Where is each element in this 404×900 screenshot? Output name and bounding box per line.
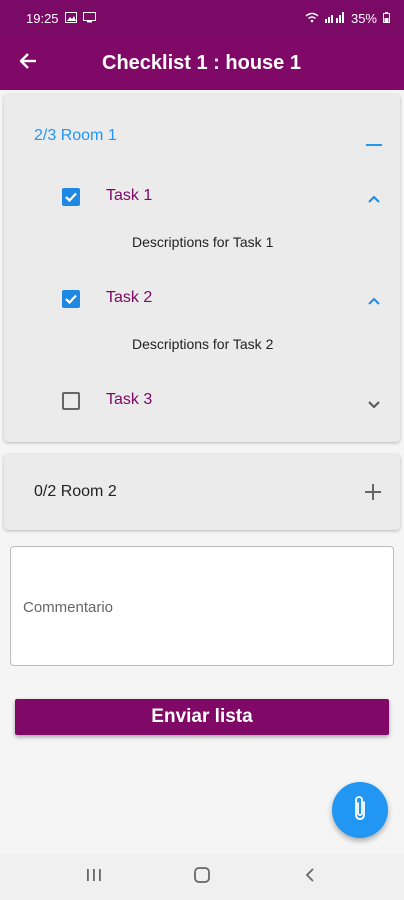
arrow-left-icon — [19, 52, 37, 74]
signal-icon — [324, 11, 345, 26]
attach-button[interactable] — [332, 782, 388, 838]
minus-icon[interactable] — [366, 134, 382, 152]
gallery-icon — [64, 11, 77, 26]
task-label[interactable]: Task 2 — [106, 289, 152, 307]
room-panel: 0/2 Room 2 — [4, 454, 400, 530]
room-header[interactable]: 0/2 Room 2 — [34, 483, 117, 501]
status-time: 19:25 — [26, 10, 59, 26]
paperclip-icon — [352, 795, 368, 826]
back-chevron-icon — [304, 867, 316, 888]
system-nav-bar — [0, 854, 404, 900]
task-checkbox[interactable] — [62, 290, 80, 308]
task-label[interactable]: Task 1 — [106, 187, 152, 205]
task-checkbox[interactable] — [62, 392, 80, 410]
battery-icon — [383, 11, 390, 26]
comment-placeholder: Commentario — [23, 599, 114, 616]
home-icon — [193, 866, 211, 889]
submit-button[interactable]: Enviar lista — [15, 699, 389, 735]
app-bar: Checklist 1 : house 1 — [0, 36, 404, 90]
nav-back-button[interactable] — [290, 857, 330, 897]
status-bar: 19:25 35% — [0, 0, 404, 36]
page-title: Checklist 1 : house 1 — [102, 51, 301, 74]
chevron-up-icon[interactable] — [367, 191, 381, 209]
task-checkbox[interactable] — [62, 188, 80, 206]
battery-level: 35% — [350, 10, 377, 26]
comment-field[interactable]: Commentario — [10, 546, 394, 666]
wifi-icon — [305, 11, 319, 26]
home-button[interactable] — [182, 857, 222, 897]
chevron-down-icon[interactable] — [367, 396, 381, 414]
plus-icon[interactable] — [365, 484, 381, 505]
room-panel: 2/3 Room 1 Task 1 Descriptions for Task … — [4, 94, 400, 442]
recent-apps-button[interactable] — [74, 857, 114, 897]
task-description: Descriptions for Task 2 — [132, 336, 274, 352]
back-button[interactable] — [0, 36, 56, 90]
task-description: Descriptions for Task 1 — [132, 234, 274, 250]
recent-apps-icon — [86, 868, 102, 887]
chevron-up-icon[interactable] — [367, 293, 381, 311]
screen-icon — [82, 11, 96, 26]
task-label[interactable]: Task 3 — [106, 391, 152, 409]
room-header[interactable]: 2/3 Room 1 — [34, 127, 117, 145]
